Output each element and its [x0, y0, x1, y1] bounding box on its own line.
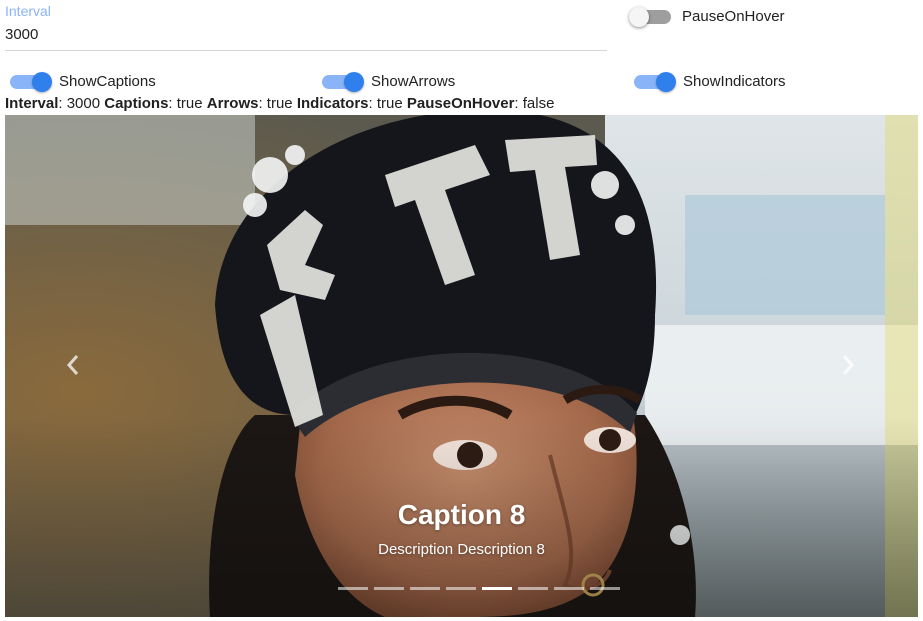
show-arrows-toggle[interactable]: ShowArrows	[322, 71, 456, 92]
carousel-indicator[interactable]	[446, 587, 476, 590]
chevron-left-icon	[66, 355, 79, 375]
status-pause-key: PauseOnHover	[406, 95, 515, 112]
show-indicators-label: ShowIndicators	[683, 73, 786, 90]
status-arrows-value: : true	[258, 95, 293, 112]
slide-caption-description: Description Description 8	[378, 541, 545, 558]
status-summary: Interval: 3000 Captions: true Arrows: tr…	[5, 95, 554, 112]
status-captions-value: : true	[168, 95, 203, 112]
status-arrows-key: Arrows	[206, 95, 259, 112]
status-interval-value: : 3000	[58, 95, 101, 112]
carousel-indicator[interactable]	[590, 587, 620, 590]
slide-caption-title: Caption 8	[397, 499, 526, 530]
interval-input[interactable]	[5, 26, 607, 43]
status-interval-key: Interval	[5, 95, 59, 112]
switch-thumb	[32, 71, 52, 92]
show-indicators-switch[interactable]	[634, 71, 676, 92]
carousel-indicators	[338, 587, 626, 590]
show-captions-switch[interactable]	[10, 71, 52, 92]
show-arrows-switch[interactable]	[322, 71, 364, 92]
status-pause-value: : false	[514, 95, 555, 112]
status-indicators-value: : true	[368, 95, 403, 112]
status-indicators-key: Indicators	[296, 95, 369, 112]
pause-on-hover-switch[interactable]	[629, 6, 671, 27]
interval-label: Interval	[5, 3, 51, 19]
chevron-right-icon	[842, 355, 855, 375]
pause-on-hover-label: PauseOnHover	[682, 8, 785, 25]
carousel-indicator[interactable]	[410, 587, 440, 590]
pause-on-hover-toggle[interactable]: PauseOnHover	[629, 6, 785, 27]
next-arrow-button[interactable]	[828, 345, 868, 385]
show-arrows-label: ShowArrows	[371, 73, 456, 90]
carousel-indicator[interactable]	[338, 587, 368, 590]
show-captions-label: ShowCaptions	[59, 73, 156, 90]
carousel-indicator[interactable]	[482, 587, 512, 590]
switch-thumb	[629, 6, 649, 27]
carousel-indicator[interactable]	[554, 587, 584, 590]
carousel[interactable]: Caption 8 Description Description 8	[5, 115, 918, 617]
status-captions-key: Captions	[104, 95, 169, 112]
interval-field: Interval	[5, 2, 607, 51]
switch-thumb	[656, 71, 676, 92]
switch-thumb	[344, 71, 364, 92]
show-indicators-toggle[interactable]: ShowIndicators	[634, 71, 786, 92]
show-captions-toggle[interactable]: ShowCaptions	[10, 71, 156, 92]
prev-arrow-button[interactable]	[53, 345, 93, 385]
carousel-indicator[interactable]	[374, 587, 404, 590]
carousel-indicator[interactable]	[518, 587, 548, 590]
